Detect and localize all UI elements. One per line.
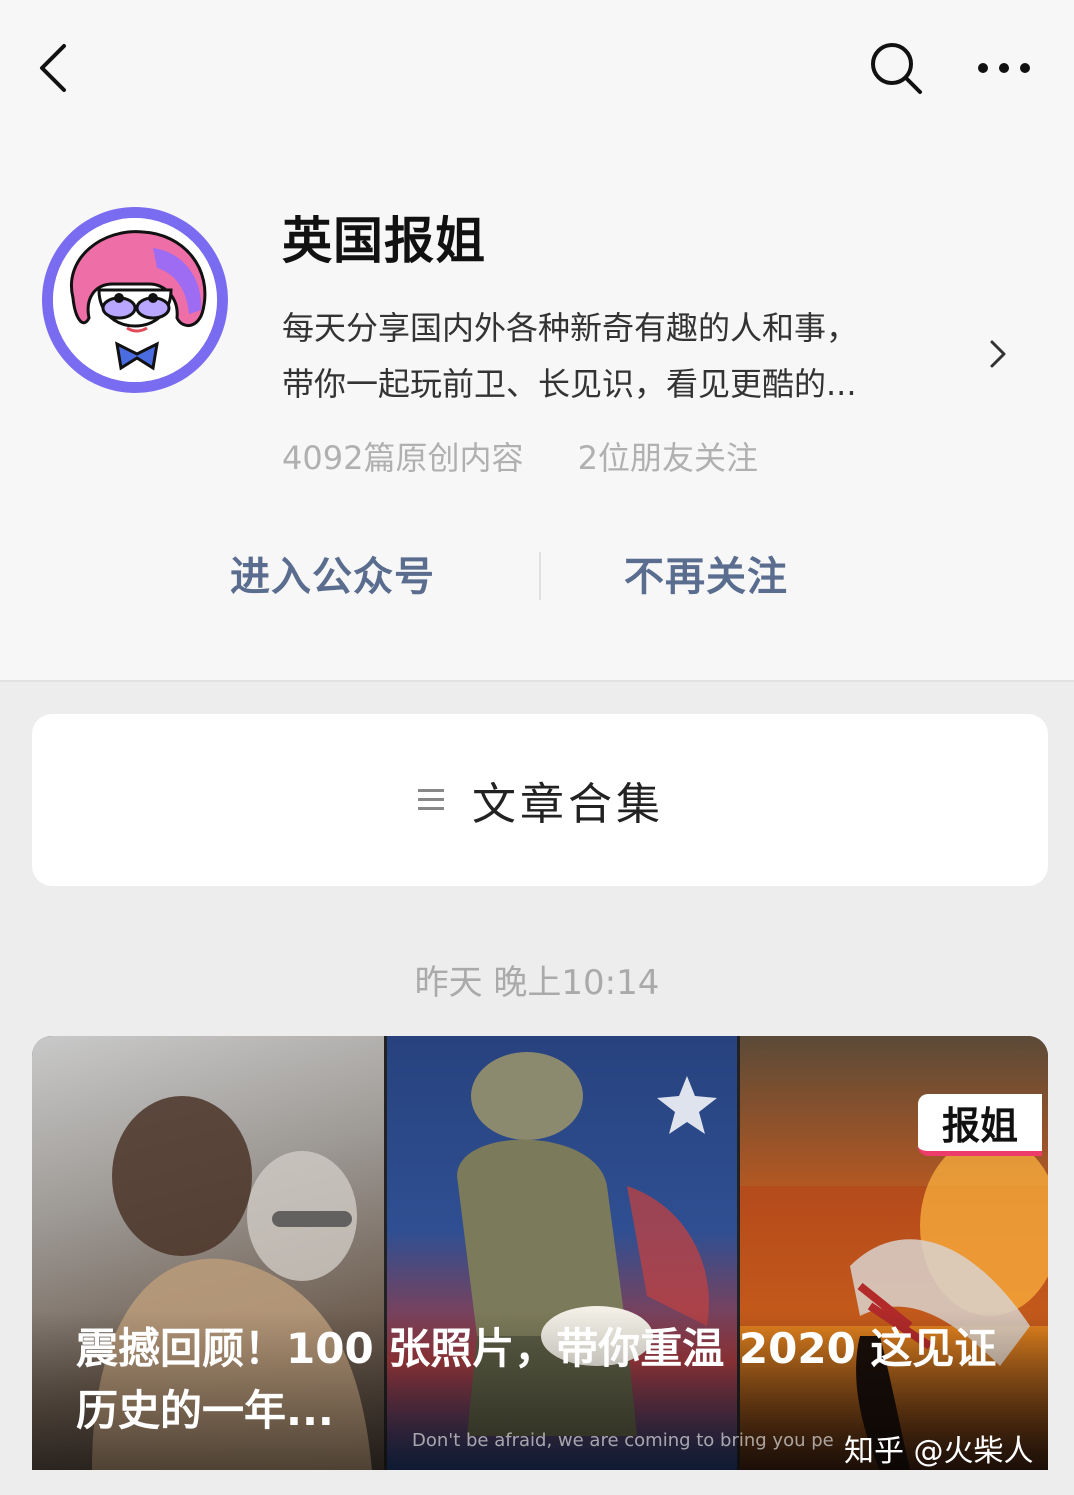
photo-caption: Don't be afraid, we are coming to bring … [412, 1430, 834, 1451]
action-divider [539, 552, 541, 600]
back-button[interactable] [24, 36, 84, 100]
watermark: 知乎 @火柴人 [844, 1434, 1034, 1469]
back-icon [40, 44, 66, 92]
avatar[interactable] [42, 207, 228, 393]
account-description[interactable]: 每天分享国内外各种新奇有趣的人和事， 带你一起玩前卫、长见识，看见更酷的... [282, 300, 962, 412]
section-divider [0, 680, 1074, 682]
profile-detail-button[interactable] [980, 332, 1016, 376]
search-icon [871, 43, 922, 94]
menu-list-icon [418, 789, 444, 810]
account-name: 英国报姐 [282, 212, 486, 270]
search-button[interactable] [862, 36, 930, 100]
account-stats: 4092篇原创内容 2位朋友关注 [282, 436, 802, 480]
post-timestamp: 昨天 晚上10:14 [414, 963, 660, 1003]
collection-label: 文章合集 [472, 779, 664, 830]
original-count: 4092篇原创内容 [282, 439, 524, 477]
enter-account-button[interactable]: 进入公众号 [230, 548, 435, 606]
avatar-image [53, 218, 217, 382]
more-button[interactable] [966, 36, 1042, 100]
article-collection-card[interactable]: 文章合集 [32, 714, 1048, 886]
publisher-logo-badge: 报姐 [918, 1094, 1042, 1156]
description-line-2: 带你一起玩前卫、长见识，看见更酷的... [282, 365, 857, 403]
chevron-right-icon [990, 340, 1006, 368]
description-line-1: 每天分享国内外各种新奇有趣的人和事， [282, 309, 859, 347]
article-title: 震撼回顾！100 张照片，带你重温 2020 这见证历史的一年... [76, 1324, 997, 1435]
unfollow-button[interactable]: 不再关注 [624, 548, 788, 606]
article-card[interactable]: 报姐 震撼回顾！100 张照片，带你重温 2020 这见证历史的一年... Do… [32, 1036, 1048, 1470]
friends-following: 2位朋友关注 [577, 439, 758, 477]
more-icon [978, 63, 1030, 73]
